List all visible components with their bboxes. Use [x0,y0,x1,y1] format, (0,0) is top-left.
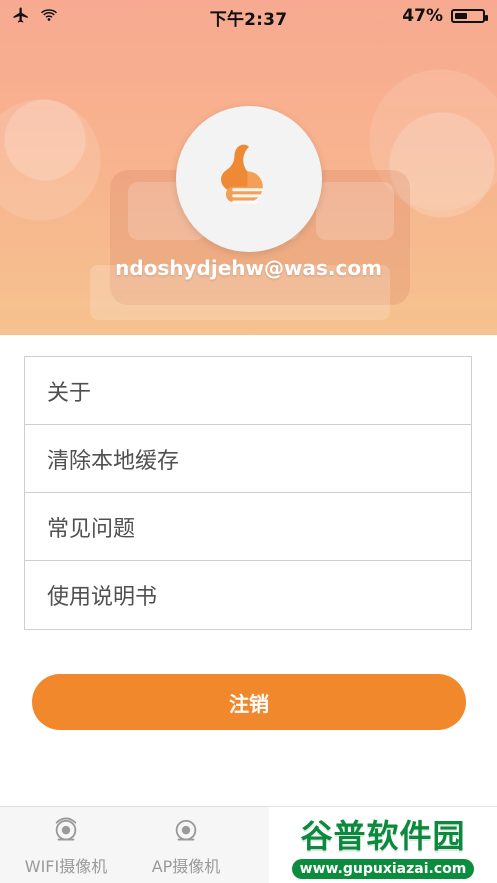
status-bar: 下午2:37 47% [0,0,497,32]
user-email: ndoshydjehw@was.com [115,256,382,280]
menu-item-label: 常见问题 [47,516,136,542]
tab-wifi-camera[interactable]: WIFI摄像机 [6,817,126,877]
watermark-title: 谷普软件园 [300,817,466,855]
logout-button-label: 注销 [229,691,269,716]
menu-item-label: 关于 [47,380,92,406]
status-right: 47% [402,6,488,26]
watermark-inner: 谷普软件园 www.gupuxiazai.com [269,807,497,883]
watermark-url: www.gupuxiazai.com [291,859,475,879]
tab-label: AP摄像机 [151,857,221,876]
thumbs-up-logo-icon [221,144,263,204]
decorative-plant-left [0,80,90,320]
menu-item-label: 清除本地缓存 [47,448,180,474]
battery-icon [451,9,488,23]
menu-item-manual[interactable]: 使用说明书 [25,561,471,629]
battery-percent: 47% [402,6,443,26]
battery-level [455,13,467,19]
logout-button[interactable]: 注销 [32,674,466,730]
decorative-cushion [316,182,394,240]
watermark: 谷普软件园 www.gupuxiazai.com [269,807,497,883]
menu-item-clear-cache[interactable]: 清除本地缓存 [25,425,471,493]
menu-item-label: 使用说明书 [47,585,158,610]
settings-menu: 关于 清除本地缓存 常见问题 使用说明书 [24,356,472,630]
tab-ap-camera[interactable]: AP摄像机 [126,817,246,877]
menu-item-faq[interactable]: 常见问题 [25,493,471,561]
camera-icon [171,817,201,847]
tab-bar: WIFI摄像机 AP摄像机 谷普软件园 www.gupuxiazai.com [0,806,497,883]
tab-label: WIFI摄像机 [24,857,108,876]
avatar[interactable] [176,106,322,252]
profile-header: 下午2:37 47% ndoshydjehw@was.com [0,0,497,335]
camera-icon [51,817,81,847]
menu-item-about[interactable]: 关于 [25,357,471,425]
